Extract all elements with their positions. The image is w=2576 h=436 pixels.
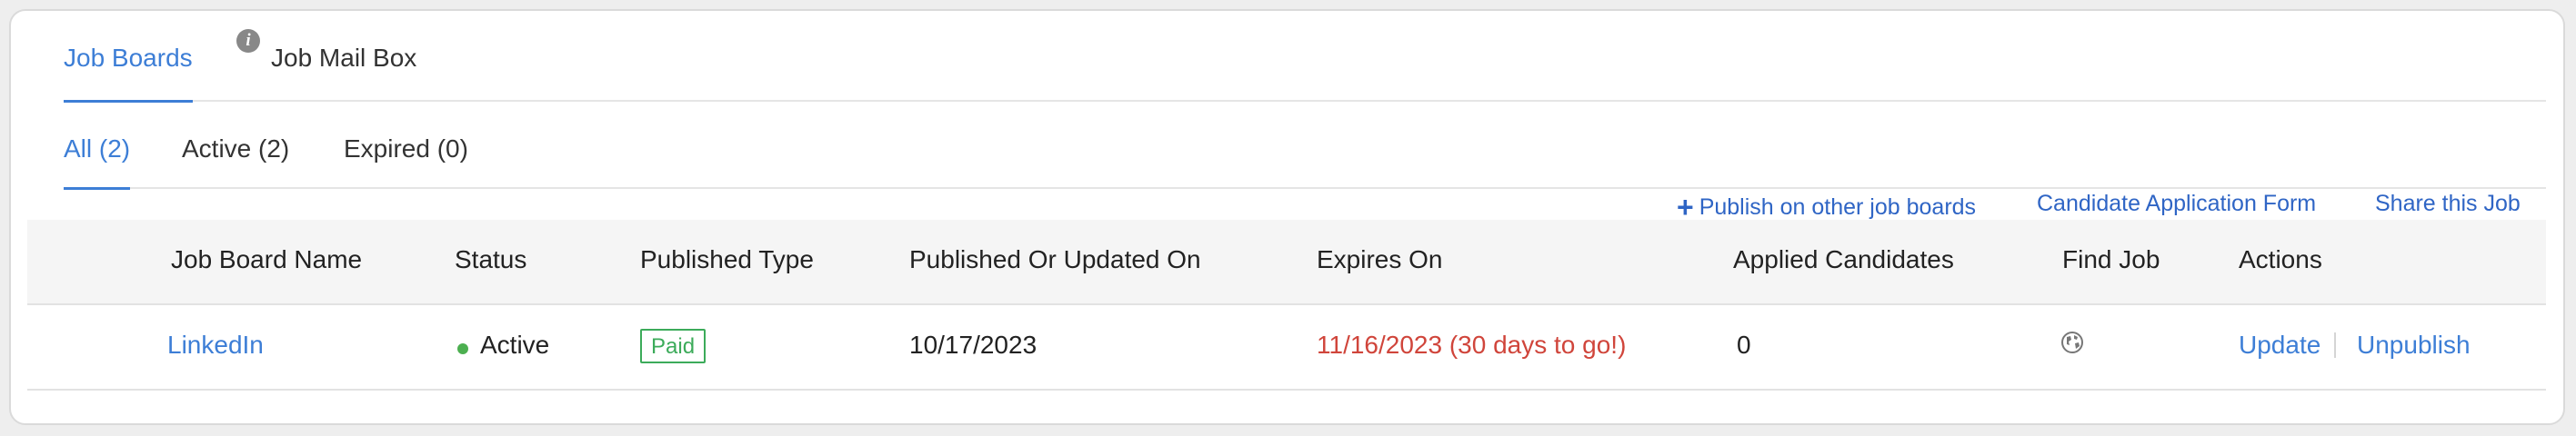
header-job-board-name: Job Board Name	[171, 245, 363, 273]
unpublish-link[interactable]: Unpublish	[2357, 331, 2471, 360]
header-published-on: Published Or Updated On	[909, 245, 1201, 273]
share-job-link[interactable]: Share this Job	[2375, 191, 2521, 217]
update-link[interactable]: Update	[2239, 331, 2320, 360]
plus-icon: +	[1677, 191, 1694, 223]
status-dot	[457, 343, 468, 354]
tab-all[interactable]: All (2)	[64, 134, 131, 190]
tab-job-boards[interactable]: Job Boards	[64, 44, 193, 103]
header-find-job: Find Job	[2062, 245, 2160, 273]
header-status: Status	[455, 245, 527, 273]
table-row: LinkedIn Active Paid 10/17/2023 11/16/20…	[27, 305, 2546, 391]
table-header: Job Board Name Status Published Type Pub…	[27, 220, 2546, 305]
publish-other-label: Publish on other job boards	[1699, 194, 1977, 220]
candidate-application-form-link[interactable]: Candidate Application Form	[2037, 191, 2316, 217]
job-board-link[interactable]: LinkedIn	[167, 331, 264, 360]
action-separator	[2334, 332, 2336, 358]
tab-active[interactable]: Active (2)	[182, 134, 289, 164]
globe-icon[interactable]	[2060, 331, 2084, 354]
tab-expired[interactable]: Expired (0)	[344, 134, 468, 164]
header-expires-on: Expires On	[1317, 245, 1443, 273]
info-icon[interactable]: i	[236, 29, 260, 53]
published-type-badge: Paid	[640, 329, 707, 363]
top-tabs: Job Boards i Job Mail Box	[64, 11, 2546, 103]
filter-tabs: All (2) Active (2) Expired (0)	[64, 102, 2546, 190]
header-published-type: Published Type	[640, 245, 814, 273]
applied-count: 0	[1737, 331, 1751, 359]
published-date: 10/17/2023	[909, 331, 1037, 359]
tab-job-mail-box[interactable]: Job Mail Box	[271, 44, 416, 73]
job-boards-panel: Job Boards i Job Mail Box All (2) Active…	[9, 9, 2565, 425]
expires-date: 11/16/2023 (30 days to go!)	[1317, 331, 1627, 359]
header-applied-candidates: Applied Candidates	[1733, 245, 1954, 273]
status-text: Active	[480, 331, 550, 359]
header-actions: Actions	[2239, 245, 2322, 273]
